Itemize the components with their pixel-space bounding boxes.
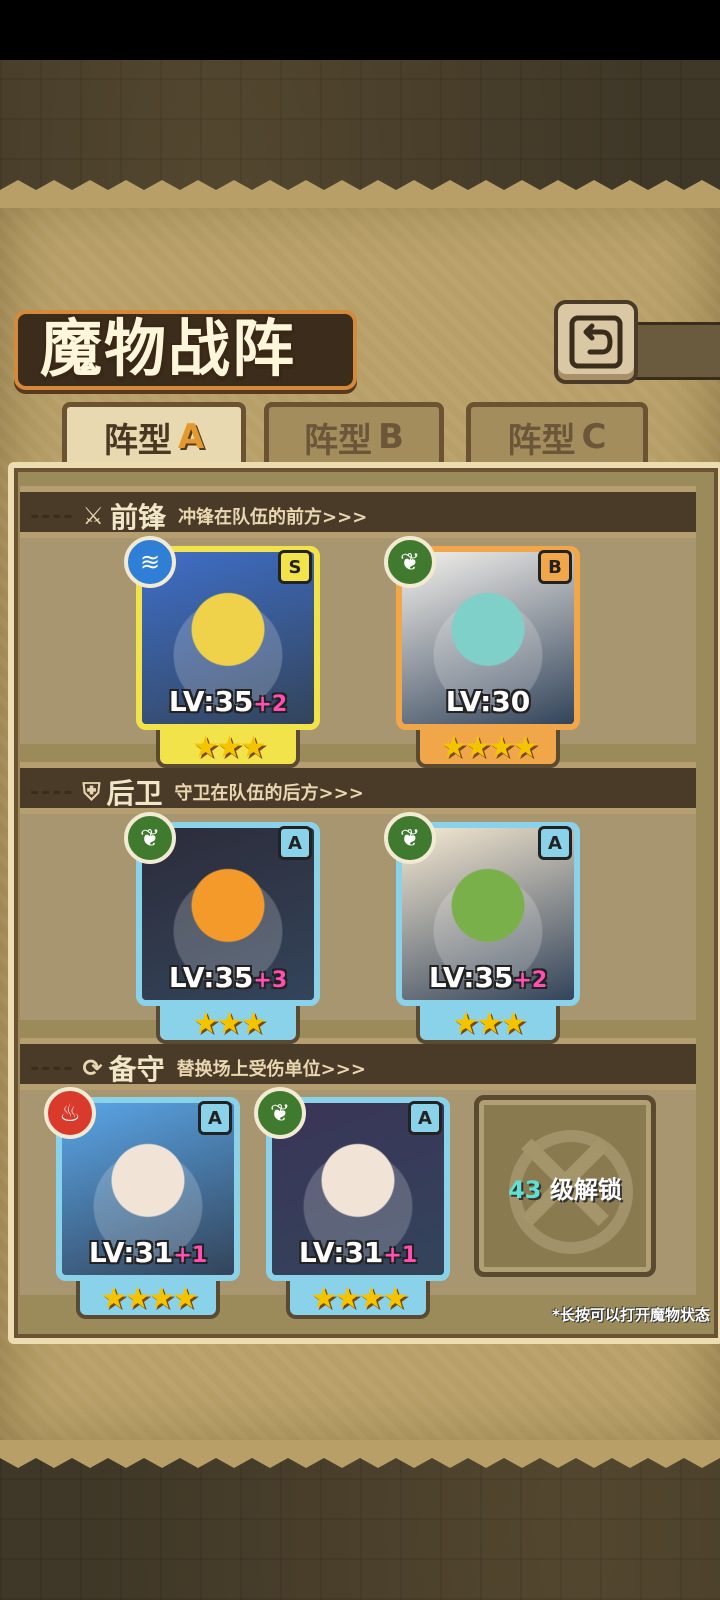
unlock-requirement: 43 级解锁 xyxy=(479,1170,651,1205)
level-value: LV:31 xyxy=(88,1236,174,1269)
monster-level: LV:35+2 xyxy=(402,961,574,994)
rank-badge: A xyxy=(408,1101,442,1135)
divider-dashes: ---- xyxy=(30,503,75,529)
leaf-element-icon: ❦ xyxy=(384,812,436,864)
level-value: LV:35 xyxy=(428,961,514,994)
level-bonus: +1 xyxy=(383,1243,418,1268)
monster-level: LV:31+1 xyxy=(272,1236,444,1269)
rank-badge: B xyxy=(538,550,572,584)
level-value: LV:31 xyxy=(298,1236,384,1269)
monster-level: LV:30 xyxy=(402,685,574,718)
unlock-label: 级解锁 xyxy=(549,1176,622,1204)
front-row-bg xyxy=(20,534,696,744)
monster-level: LV:35+2 xyxy=(142,685,314,718)
back-button-rail xyxy=(628,322,720,380)
star-rating: ★★★ xyxy=(156,730,300,768)
back-button[interactable] xyxy=(554,300,638,384)
rank-badge: A xyxy=(538,826,572,860)
section-name: 前锋 xyxy=(110,501,167,534)
locked-slot[interactable]: ✕ 43 级解锁 xyxy=(474,1095,656,1277)
hint-text: *长按可以打开魔物状态 xyxy=(552,1306,710,1324)
section-name: 备守 xyxy=(108,1053,165,1086)
reserve-section-header: ---- ⟳ 备守 替换场上受伤单位>>> xyxy=(30,1048,366,1088)
tab-label: 阵型 xyxy=(507,420,576,461)
tab-label: 阵型 xyxy=(304,420,373,461)
section-desc: 替换场上受伤单位>>> xyxy=(176,1059,366,1080)
star-rating: ★★★ xyxy=(156,1006,300,1044)
status-bar xyxy=(0,0,720,60)
rear-row-bg xyxy=(20,810,696,1020)
unlock-level: 43 xyxy=(508,1176,542,1204)
monster-level: LV:31+1 xyxy=(62,1236,234,1269)
leaf-element-icon: ❦ xyxy=(124,812,176,864)
tab-formation-c[interactable]: 阵型 C xyxy=(466,402,648,467)
monster-card-slot[interactable]: LV:31+1 ★★★★ A ♨ xyxy=(44,1087,240,1319)
monster-card-slot[interactable]: LV:31+1 ★★★★ A ❦ xyxy=(254,1087,450,1319)
divider-dashes: ---- xyxy=(30,779,75,805)
divider-dashes: ---- xyxy=(30,1055,75,1081)
return-arrow-icon xyxy=(569,315,623,369)
monster-card-slot[interactable]: LV:35+3 ★★★ A ❦ xyxy=(124,812,320,1044)
swap-icon: ⟳ xyxy=(82,1054,103,1082)
section-name: 后卫 xyxy=(106,777,163,810)
section-desc: 冲锋在队伍的前方>>> xyxy=(178,507,368,528)
rear-section-header: ---- ⛨ 后卫 守卫在队伍的后方>>> xyxy=(30,772,364,812)
tab-letter: B xyxy=(378,417,404,457)
star-rating: ★★★★ xyxy=(286,1281,430,1319)
tab-letter: A xyxy=(177,417,205,457)
level-value: LV:35 xyxy=(168,685,254,718)
front-section-header: ---- ⚔ 前锋 冲锋在队伍的前方>>> xyxy=(30,496,367,536)
page-title: 魔物战阵 xyxy=(40,312,297,385)
sword-icon: ⚔ xyxy=(82,502,105,530)
level-value: LV:30 xyxy=(445,685,531,718)
leaf-element-icon: ❦ xyxy=(384,536,436,588)
fire-element-icon: ♨ xyxy=(44,1087,96,1139)
leaf-element-icon: ❦ xyxy=(254,1087,306,1139)
shield-icon: ⛨ xyxy=(82,778,101,806)
star-rating: ★★★★ xyxy=(416,730,560,768)
parchment-top-edge xyxy=(0,180,720,208)
rank-badge: A xyxy=(198,1101,232,1135)
level-bonus: +2 xyxy=(253,692,288,717)
level-bonus: +2 xyxy=(513,968,548,993)
monster-card-slot[interactable]: LV:30 ★★★★ B ❦ xyxy=(384,536,580,768)
tab-formation-a[interactable]: 阵型 A xyxy=(62,402,246,467)
monster-card-slot[interactable]: LV:35+2 ★★★ S ≋ xyxy=(124,536,320,768)
monster-card-slot[interactable]: LV:35+2 ★★★ A ❦ xyxy=(384,812,580,1044)
water-element-icon: ≋ xyxy=(124,536,176,588)
rank-badge: A xyxy=(278,826,312,860)
tab-letter: C xyxy=(581,417,607,457)
parchment-bottom-edge xyxy=(0,1440,720,1468)
level-bonus: +1 xyxy=(173,1243,208,1268)
level-value: LV:35 xyxy=(168,961,254,994)
star-rating: ★★★★ xyxy=(76,1281,220,1319)
level-bonus: +3 xyxy=(253,968,288,993)
monster-level: LV:35+3 xyxy=(142,961,314,994)
star-rating: ★★★ xyxy=(416,1006,560,1044)
section-desc: 守卫在队伍的后方>>> xyxy=(174,783,364,804)
rank-badge: S xyxy=(278,550,312,584)
tab-formation-b[interactable]: 阵型 B xyxy=(264,402,444,467)
tab-label: 阵型 xyxy=(103,420,172,461)
